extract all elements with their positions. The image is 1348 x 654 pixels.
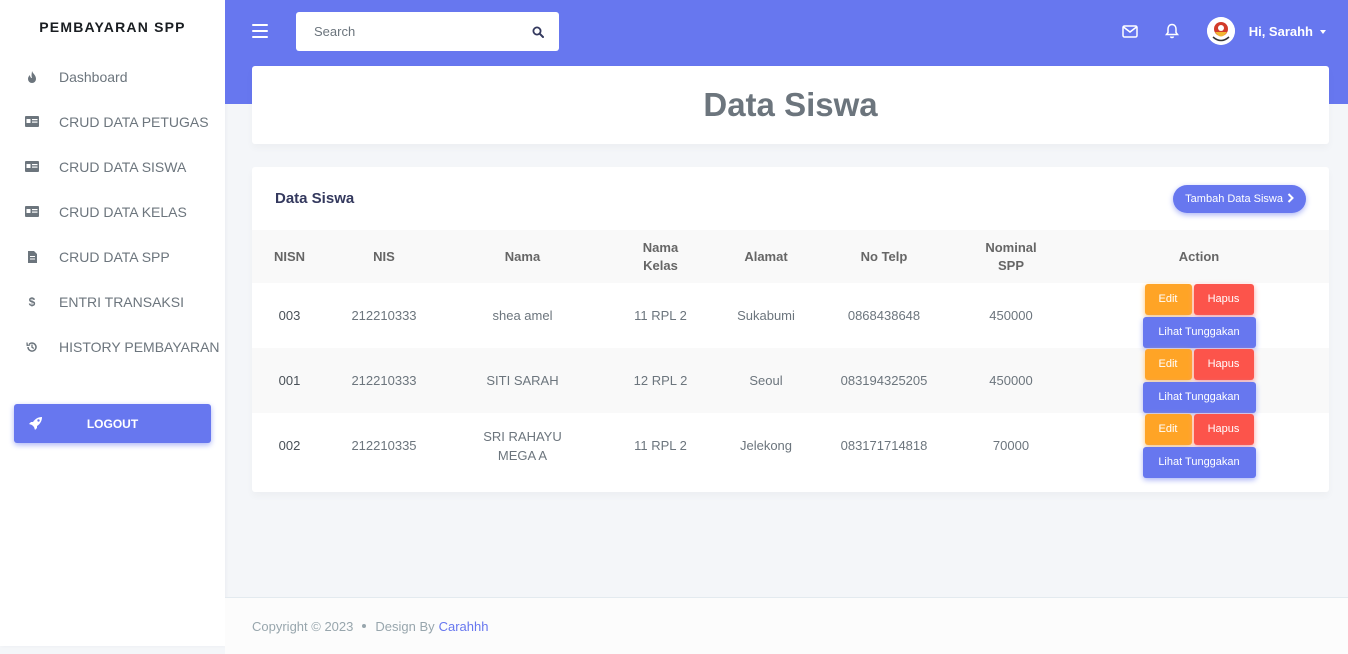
fire-icon	[25, 70, 39, 84]
chevron-right-icon	[1287, 192, 1294, 206]
column-header[interactable]: NISN	[252, 230, 327, 283]
cell-nis: 212210335	[351, 438, 417, 453]
cell-action: Edit Hapus Lihat Tunggakan	[1069, 283, 1329, 348]
card-title: Data Siswa	[275, 190, 355, 207]
user-menu[interactable]: Hi, Sarahh	[1249, 24, 1326, 39]
cell-kelas: 11 RPL 2	[634, 308, 687, 323]
student-table: NISN NIS Nama Nama Kelas Alamat No Telp …	[252, 230, 1329, 478]
id-card-icon	[25, 205, 39, 219]
view-arrears-button[interactable]: Lihat Tunggakan	[1142, 316, 1256, 348]
logout-button[interactable]: LOGOUT	[14, 404, 211, 443]
data-card: Data Siswa Tambah Data Siswa NISN NIS Na…	[252, 167, 1329, 492]
id-card-icon	[25, 160, 39, 174]
column-header-text: Nominal SPP	[985, 239, 1037, 273]
sidebar-item-crud-spp[interactable]: CRUD DATA SPP	[0, 234, 225, 279]
brand-title[interactable]: PEMBAYARAN SPP	[0, 0, 225, 54]
column-header[interactable]: Alamat	[717, 230, 815, 283]
caret-down-icon	[1320, 30, 1326, 35]
column-header[interactable]: Nominal SPP	[953, 230, 1069, 283]
cell-nama: SRI RAHAYU MEGA A	[441, 413, 604, 478]
add-student-label: Tambah Data Siswa	[1185, 192, 1283, 205]
edit-button[interactable]: Edit	[1144, 348, 1192, 380]
cell-nominal: 450000	[989, 373, 1033, 388]
edit-button[interactable]: Edit	[1144, 413, 1192, 445]
column-header[interactable]: No Telp	[815, 230, 953, 283]
cell-action: Edit Hapus Lihat Tunggakan	[1069, 413, 1329, 478]
cell-nama-text: SRI RAHAYU MEGA A	[483, 428, 562, 463]
file-invoice-icon	[25, 250, 39, 264]
search-input[interactable]	[296, 12, 517, 51]
footer-author-link[interactable]: Carahhh	[439, 619, 489, 634]
sidebar-item-entri-transaksi[interactable]: $ ENTRI TRANSAKSI	[0, 279, 225, 324]
footer-design-by: Design By	[375, 618, 435, 634]
column-header-text: Nama Kelas	[642, 239, 679, 273]
page-header: Data Siswa	[252, 66, 1329, 144]
cell-nominal: 70000	[992, 438, 1030, 453]
bell-icon[interactable]	[1163, 22, 1181, 40]
cell-telp: 083171714818	[840, 438, 928, 453]
cell-nis: 212210333	[351, 308, 417, 323]
sidebar-item-crud-siswa[interactable]: CRUD DATA SISWA	[0, 144, 225, 189]
sidebar-item-label: CRUD DATA PETUGAS	[59, 113, 209, 130]
cell-nama: SITI SARAH	[486, 373, 559, 388]
table-row: 002 212210335 SRI RAHAYU MEGA A 11 RPL 2…	[252, 413, 1329, 478]
sidebar-item-label: Dashboard	[59, 68, 128, 85]
cell-nama: shea amel	[492, 308, 553, 323]
table-row: 001 212210333 SITI SARAH 12 RPL 2 Seoul …	[252, 348, 1329, 413]
footer-copyright: Copyright © 2023	[252, 618, 354, 634]
sidebar-item-dashboard[interactable]: Dashboard	[0, 54, 225, 99]
avatar[interactable]	[1206, 17, 1235, 45]
cell-telp: 0868438648	[847, 308, 921, 323]
sidebar-item-crud-kelas[interactable]: CRUD DATA KELAS	[0, 189, 225, 234]
sidebar-item-label: CRUD DATA SISWA	[59, 158, 187, 175]
view-arrears-button[interactable]: Lihat Tunggakan	[1142, 446, 1256, 478]
navbar-right: Hi, Sarahh	[1121, 14, 1326, 48]
sidebar-item-label: CRUD DATA KELAS	[59, 203, 187, 220]
menu-toggle-icon[interactable]	[252, 24, 268, 38]
table-row: 003 212210333 shea amel 11 RPL 2 Sukabum…	[252, 283, 1329, 348]
rocket-icon	[28, 416, 44, 432]
card-header: Data Siswa Tambah Data Siswa	[252, 167, 1329, 230]
cell-alamat: Seoul	[749, 373, 783, 388]
footer: Copyright © 2023 Design By Carahhh	[225, 597, 1348, 654]
sidebar-item-history-pembayaran[interactable]: HISTORY PEMBAYARAN	[0, 324, 225, 369]
cell-nisn: 002	[278, 438, 301, 453]
add-student-button[interactable]: Tambah Data Siswa	[1173, 184, 1306, 213]
delete-button[interactable]: Hapus	[1193, 413, 1254, 445]
sidebar-item-label: CRUD DATA SPP	[59, 248, 170, 265]
cell-kelas: 11 RPL 2	[634, 438, 687, 453]
sidebar-item-label: HISTORY PEMBAYARAN	[59, 338, 220, 355]
bullet-separator	[362, 624, 367, 628]
column-header[interactable]: Nama Kelas	[604, 230, 717, 283]
id-card-icon	[25, 115, 39, 129]
column-header[interactable]: NIS	[327, 230, 441, 283]
search-icon[interactable]	[517, 12, 559, 51]
search-box	[296, 12, 559, 51]
column-header[interactable]: Action	[1069, 230, 1329, 283]
page-title: Data Siswa	[703, 86, 878, 123]
sidebar-item-label: ENTRI TRANSAKSI	[59, 293, 184, 310]
table-header-row: NISN NIS Nama Nama Kelas Alamat No Telp …	[252, 230, 1329, 283]
envelope-icon[interactable]	[1121, 22, 1139, 40]
dollar-icon: $	[28, 294, 36, 309]
delete-button[interactable]: Hapus	[1193, 283, 1254, 315]
history-icon	[25, 340, 39, 354]
sidebar-item-crud-petugas[interactable]: CRUD DATA PETUGAS	[0, 99, 225, 144]
cell-nisn: 003	[278, 308, 301, 323]
cell-alamat: Sukabumi	[737, 308, 795, 323]
cell-alamat: Jelekong	[739, 438, 793, 453]
cell-action: Edit Hapus Lihat Tunggakan	[1069, 348, 1329, 413]
sidebar: PEMBAYARAN SPP Dashboard CRUD DATA PETUG…	[0, 0, 225, 646]
column-header[interactable]: Nama	[441, 230, 604, 283]
cell-nisn: 001	[278, 373, 301, 388]
cell-nis: 212210333	[351, 373, 417, 388]
cell-nominal: 450000	[989, 308, 1033, 323]
sidebar-menu: Dashboard CRUD DATA PETUGAS CRUD DATA SI…	[0, 54, 225, 369]
delete-button[interactable]: Hapus	[1193, 348, 1254, 380]
edit-button[interactable]: Edit	[1144, 283, 1192, 315]
view-arrears-button[interactable]: Lihat Tunggakan	[1142, 381, 1256, 413]
cell-kelas: 12 RPL 2	[633, 373, 688, 388]
cell-telp: 083194325205	[840, 373, 928, 388]
user-greeting: Hi, Sarahh	[1248, 23, 1313, 39]
